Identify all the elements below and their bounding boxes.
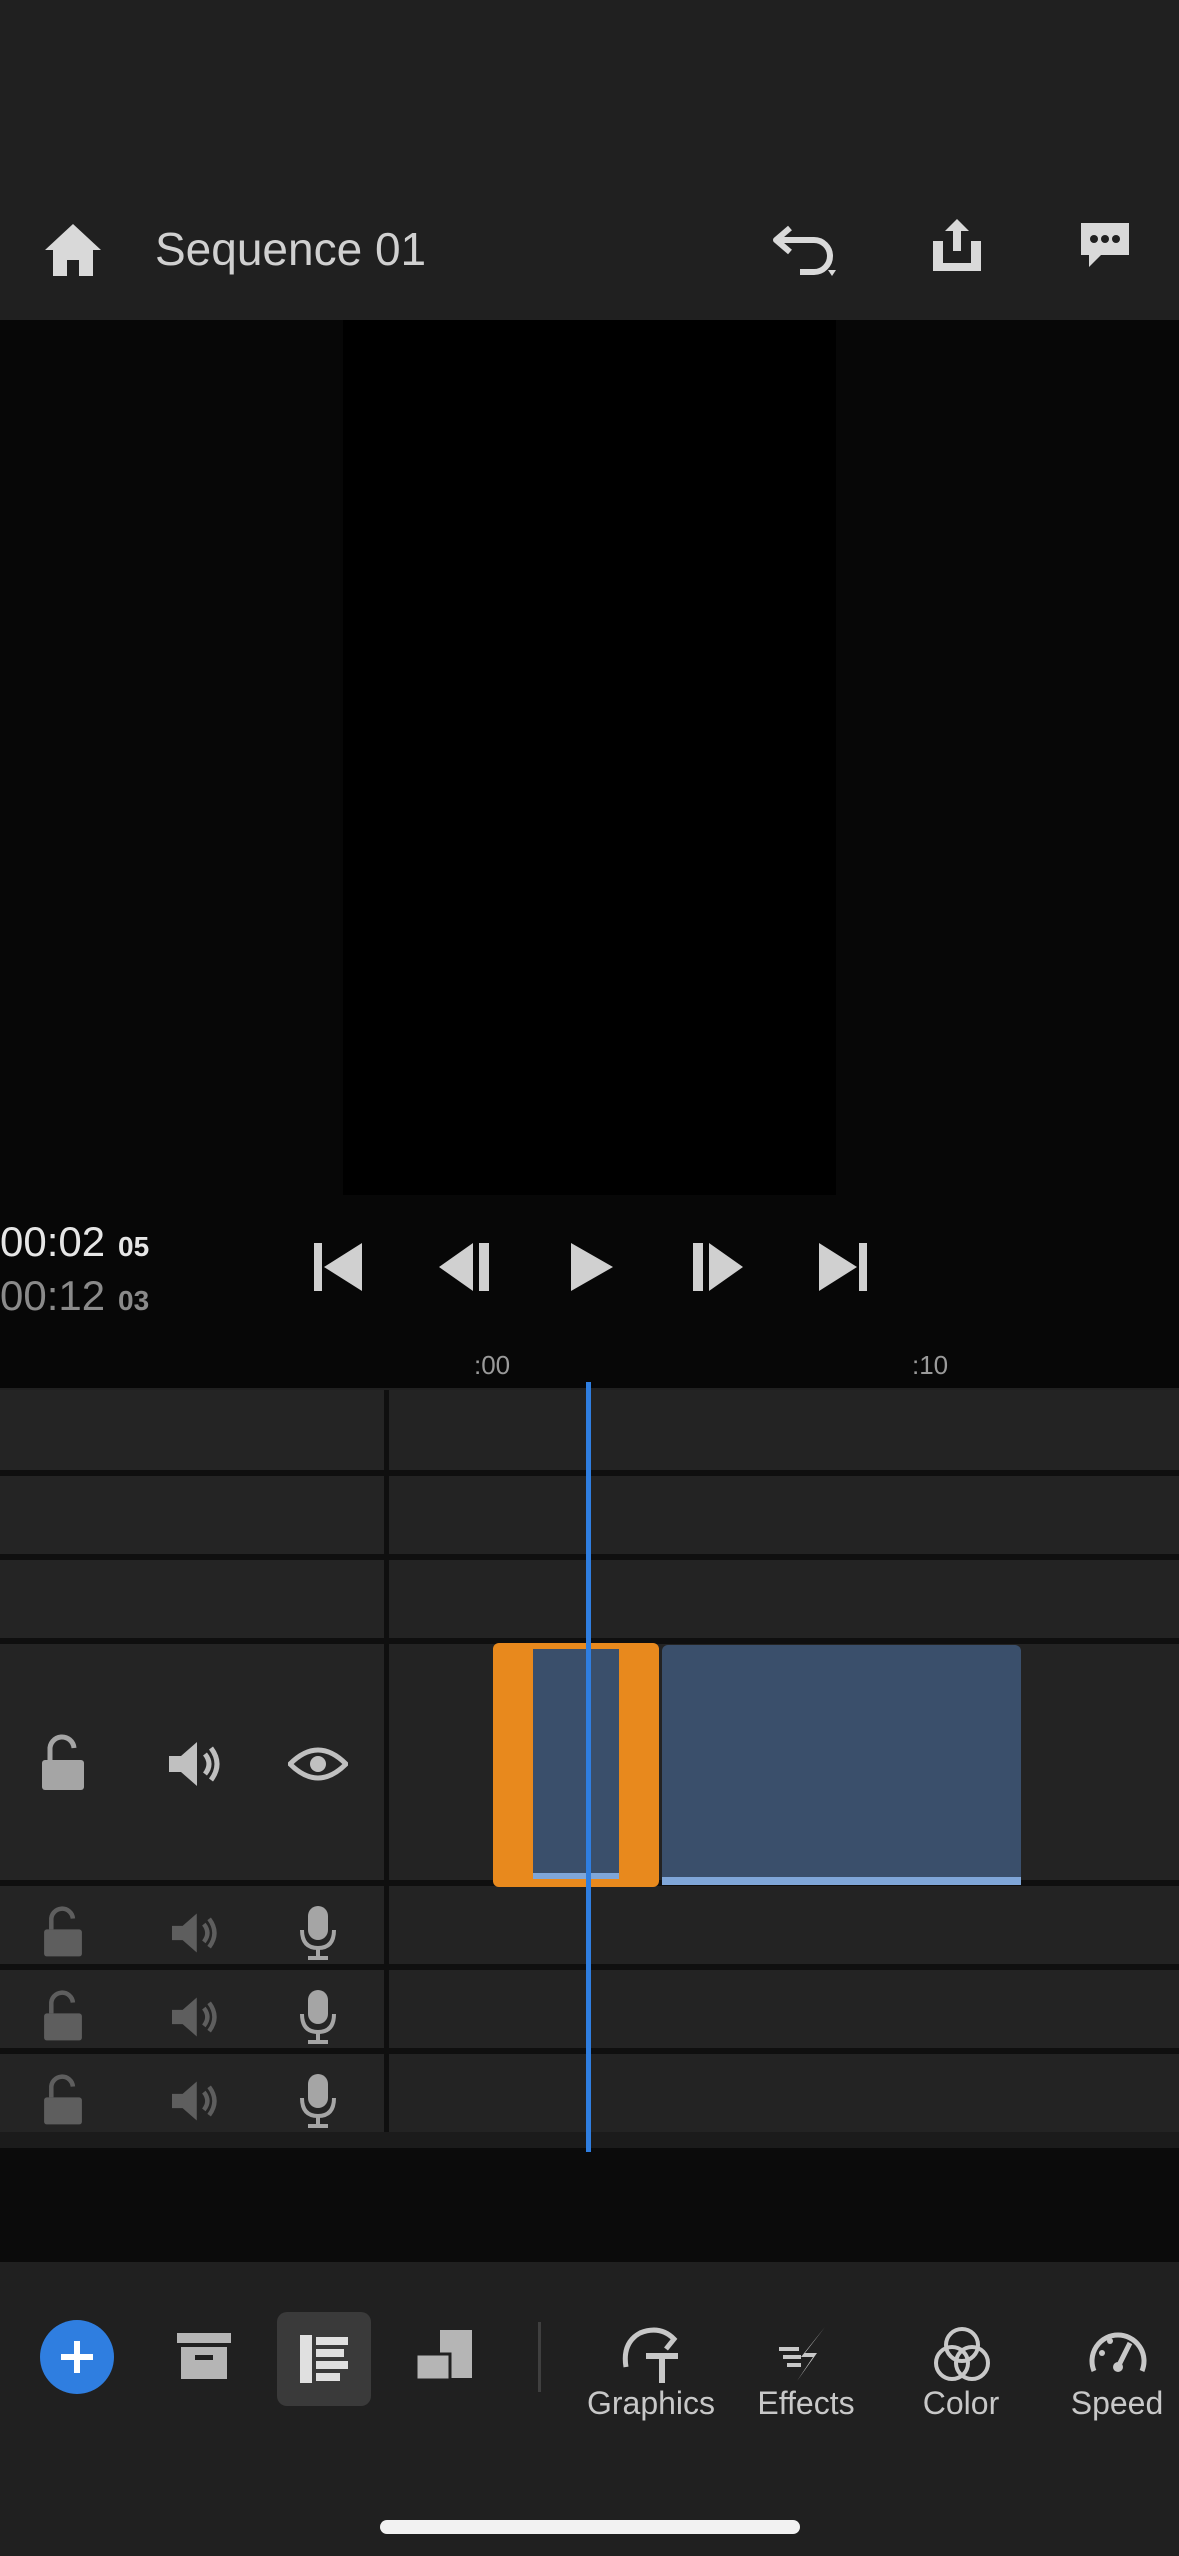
clip-thumbnail (533, 1649, 619, 1879)
home-indicator[interactable] (380, 2520, 800, 2534)
lock-icon (44, 2074, 82, 2125)
track-v3[interactable] (389, 1390, 1179, 1470)
current-timecode-frames: 05 (118, 1231, 150, 1262)
lock-button-a1[interactable] (28, 1898, 98, 1968)
visibility-button-main[interactable] (283, 1729, 353, 1799)
effects-label[interactable]: Effects (726, 2385, 886, 2422)
timeline-icon (300, 2335, 348, 2383)
sequence-title[interactable]: Sequence 01 (155, 222, 426, 276)
ruler-label-start: :00 (474, 1350, 511, 1380)
play-icon (571, 1243, 613, 1291)
skip-to-start-button[interactable] (303, 1232, 373, 1302)
color-label[interactable]: Color (881, 2385, 1041, 2422)
skip-to-start-icon (314, 1243, 362, 1291)
clip-selected[interactable] (493, 1643, 659, 1887)
step-back-icon (439, 1243, 489, 1291)
lock-icon (42, 1734, 84, 1790)
track-header-v2 (0, 1476, 384, 1554)
current-timecode: 00:02 (0, 1218, 106, 1265)
volume-icon (169, 1742, 220, 1786)
preview-viewer (0, 320, 1179, 1388)
track-a3[interactable] (389, 2054, 1179, 2132)
total-duration-frames: 03 (118, 1285, 150, 1316)
share-icon (933, 219, 981, 271)
add-icon (61, 2341, 93, 2373)
skip-to-end-button[interactable] (808, 1232, 878, 1302)
microphone-button-a3[interactable] (283, 2066, 353, 2136)
track-header-v1 (0, 1560, 384, 1638)
ruler-label-ten: :10 (912, 1350, 949, 1380)
microphone-button-a1[interactable] (283, 1898, 353, 1968)
microphone-icon (300, 1990, 336, 2044)
effects-icon (779, 2327, 825, 2381)
graphics-label[interactable]: Graphics (571, 2385, 731, 2422)
track-header-v3 (0, 1390, 384, 1470)
track-a2[interactable] (389, 1970, 1179, 2048)
step-forward-icon (693, 1243, 743, 1291)
undo-icon (773, 225, 836, 276)
graphics-icon (622, 2327, 678, 2383)
lock-button-a2[interactable] (28, 1982, 98, 2052)
microphone-button-a2[interactable] (283, 1982, 353, 2052)
home-icon (45, 224, 101, 276)
volume-icon (172, 1997, 217, 2037)
volume-button-a2[interactable] (160, 1982, 230, 2052)
volume-button-a1[interactable] (160, 1898, 230, 1968)
play-button[interactable] (556, 1232, 626, 1302)
track-v1[interactable] (389, 1560, 1179, 1638)
microphone-icon (300, 1906, 336, 1960)
media-icon (177, 2333, 231, 2379)
step-back-button[interactable] (430, 1232, 500, 1302)
track-a1[interactable] (389, 1886, 1179, 1964)
app-header: Sequence 01 (0, 0, 1179, 320)
volume-button-a3[interactable] (160, 2066, 230, 2136)
speed-icon (1089, 2332, 1147, 2372)
add-button[interactable] (40, 2320, 114, 2394)
total-duration: 00:12 (0, 1272, 106, 1319)
feedback-button[interactable] (1050, 190, 1160, 300)
clip-waveform (662, 1877, 1021, 1885)
eye-icon (288, 1747, 348, 1781)
color-icon (934, 2327, 990, 2381)
playhead[interactable] (586, 1382, 591, 2152)
aspect-ratio-button[interactable] (398, 2310, 490, 2402)
timeline-view-button[interactable] (277, 2312, 371, 2406)
lock-button-main[interactable] (28, 1729, 98, 1799)
home-button[interactable] (18, 195, 128, 305)
preview-frame[interactable] (343, 320, 836, 1195)
aspect-ratio-icon (414, 2330, 472, 2382)
timeline-footer (0, 2148, 1179, 2262)
skip-to-end-icon (819, 1243, 867, 1291)
feedback-icon (1081, 223, 1129, 267)
track-v2[interactable] (389, 1476, 1179, 1554)
lock-icon (44, 1906, 82, 1957)
toolbar-divider (538, 2322, 541, 2392)
lock-button-a3[interactable] (28, 2066, 98, 2136)
undo-button[interactable] (750, 195, 860, 305)
volume-icon (172, 1913, 217, 1953)
clip-second[interactable] (662, 1645, 1021, 1885)
speed-label[interactable]: Speed (1037, 2385, 1179, 2422)
microphone-icon (300, 2074, 336, 2128)
lock-icon (44, 1990, 82, 2041)
share-button[interactable] (902, 190, 1012, 300)
volume-icon (172, 2081, 217, 2121)
media-button[interactable] (158, 2310, 250, 2402)
step-forward-button[interactable] (682, 1232, 752, 1302)
volume-button-main[interactable] (160, 1729, 230, 1799)
